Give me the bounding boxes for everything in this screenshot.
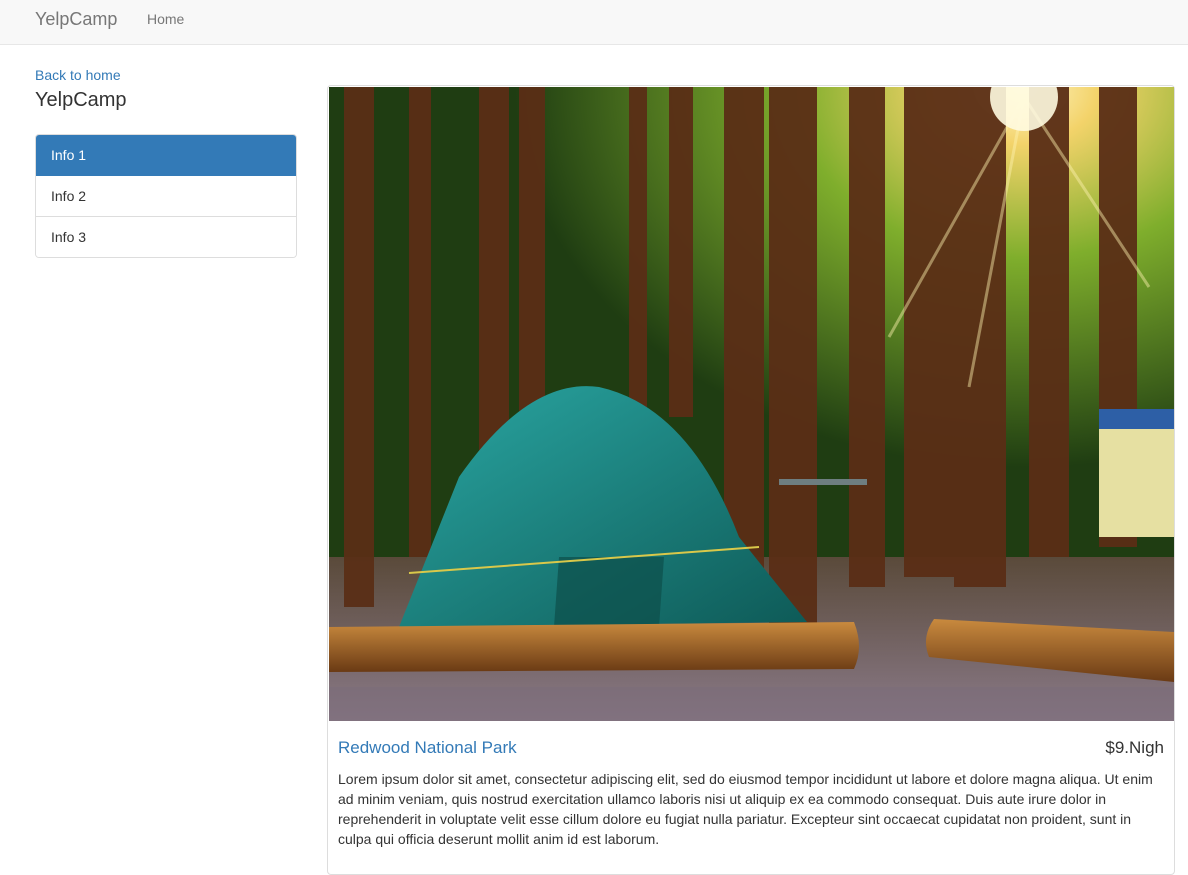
info-list: Info 1 Info 2 Info 3 [35,134,297,258]
sidebar-title: YelpCamp [35,89,127,111]
back-to-home-link[interactable]: Back to home [35,67,121,83]
list-item-info-3[interactable]: Info 3 [36,217,296,257]
list-item-info-1[interactable]: Info 1 [36,135,296,176]
campground-price: $9.Nigh [1105,738,1164,757]
list-item-info-2[interactable]: Info 2 [36,176,296,217]
campground-name-link[interactable]: Redwood National Park [338,738,517,758]
campground-photo [329,87,1174,721]
campground-description: Lorem ipsum dolor sit amet, consectetur … [338,771,1153,847]
campground-card: Redwood National Park $9.Nigh Lorem ipsu… [327,85,1175,875]
navbar-brand[interactable]: YelpCamp [35,9,117,29]
top-navbar: YelpCamp Home [0,0,1188,45]
nav-home-link[interactable]: Home [147,11,184,27]
